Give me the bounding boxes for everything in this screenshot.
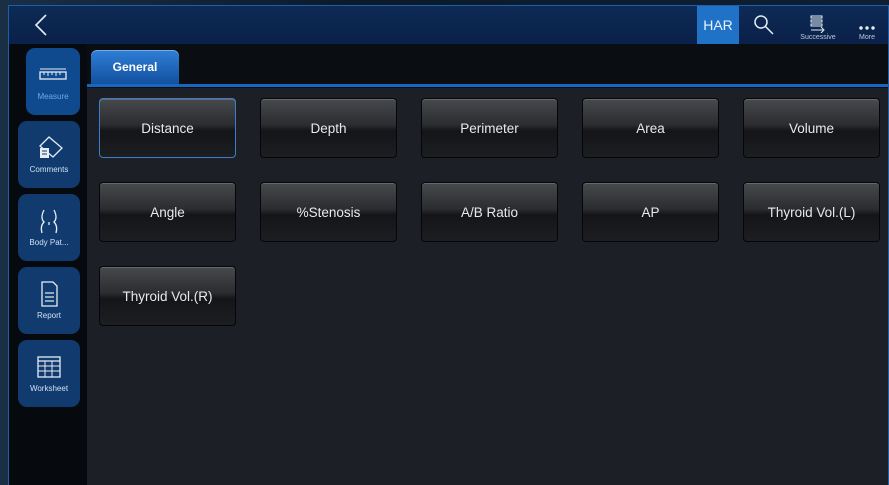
chevron-left-icon xyxy=(34,14,47,36)
worksheet-icon xyxy=(37,356,61,378)
measure-angle-button[interactable]: Angle xyxy=(99,182,236,242)
measure-area-button[interactable]: Area xyxy=(582,98,719,158)
search-button[interactable] xyxy=(749,10,779,40)
ellipsis-icon xyxy=(859,26,875,30)
app-window: HAR Successive More Measure Comments Bod… xyxy=(8,5,889,485)
measure-distance-button[interactable]: Distance xyxy=(99,98,236,158)
list-arrow-icon xyxy=(810,15,825,33)
sidebar-item-measure[interactable]: Measure xyxy=(26,48,80,115)
sidebar-item-label: Measure xyxy=(37,92,69,101)
measure-perimeter-button[interactable]: Perimeter xyxy=(421,98,558,158)
comment-tag-icon xyxy=(39,136,63,158)
ruler-icon xyxy=(39,68,67,80)
successive-button[interactable]: Successive xyxy=(795,6,841,44)
sidebar-item-report[interactable]: Report xyxy=(18,267,80,334)
tab-general[interactable]: General xyxy=(91,50,179,84)
measure-thyroid-vol-r-button[interactable]: Thyroid Vol.(R) xyxy=(99,266,236,326)
sidebar-item-worksheet[interactable]: Worksheet xyxy=(18,340,80,407)
successive-label: Successive xyxy=(800,34,836,41)
more-button[interactable]: More xyxy=(849,6,885,44)
measure-stenosis-button[interactable]: %Stenosis xyxy=(260,182,397,242)
measure-thyroid-vol-l-button[interactable]: Thyroid Vol.(L) xyxy=(743,182,880,242)
body-pattern-icon xyxy=(40,209,58,234)
tab-strip: General xyxy=(87,44,888,87)
more-label: More xyxy=(859,34,875,41)
sidebar-item-comments[interactable]: Comments xyxy=(18,121,80,188)
sidebar-item-label: Report xyxy=(36,311,61,320)
top-bar: HAR Successive More xyxy=(9,6,888,45)
measurement-panel: Distance Depth Perimeter Area Volume Ang… xyxy=(87,88,888,485)
sidebar-item-label: Comments xyxy=(29,165,69,174)
measure-depth-button[interactable]: Depth xyxy=(260,98,397,158)
measure-ab-ratio-button[interactable]: A/B Ratio xyxy=(421,182,558,242)
measure-ap-button[interactable]: AP xyxy=(582,182,719,242)
har-button[interactable]: HAR xyxy=(697,6,739,44)
search-icon xyxy=(754,15,774,35)
sidebar: Measure Comments Body Pat... Report Work… xyxy=(9,44,87,485)
sidebar-item-body-pattern[interactable]: Body Pat... xyxy=(18,194,80,261)
tab-underline xyxy=(87,84,888,87)
measure-volume-button[interactable]: Volume xyxy=(743,98,880,158)
sidebar-item-label: Worksheet xyxy=(29,384,69,393)
sidebar-item-label: Body Pat... xyxy=(29,238,69,247)
back-button[interactable] xyxy=(27,10,57,40)
document-icon xyxy=(41,281,58,307)
